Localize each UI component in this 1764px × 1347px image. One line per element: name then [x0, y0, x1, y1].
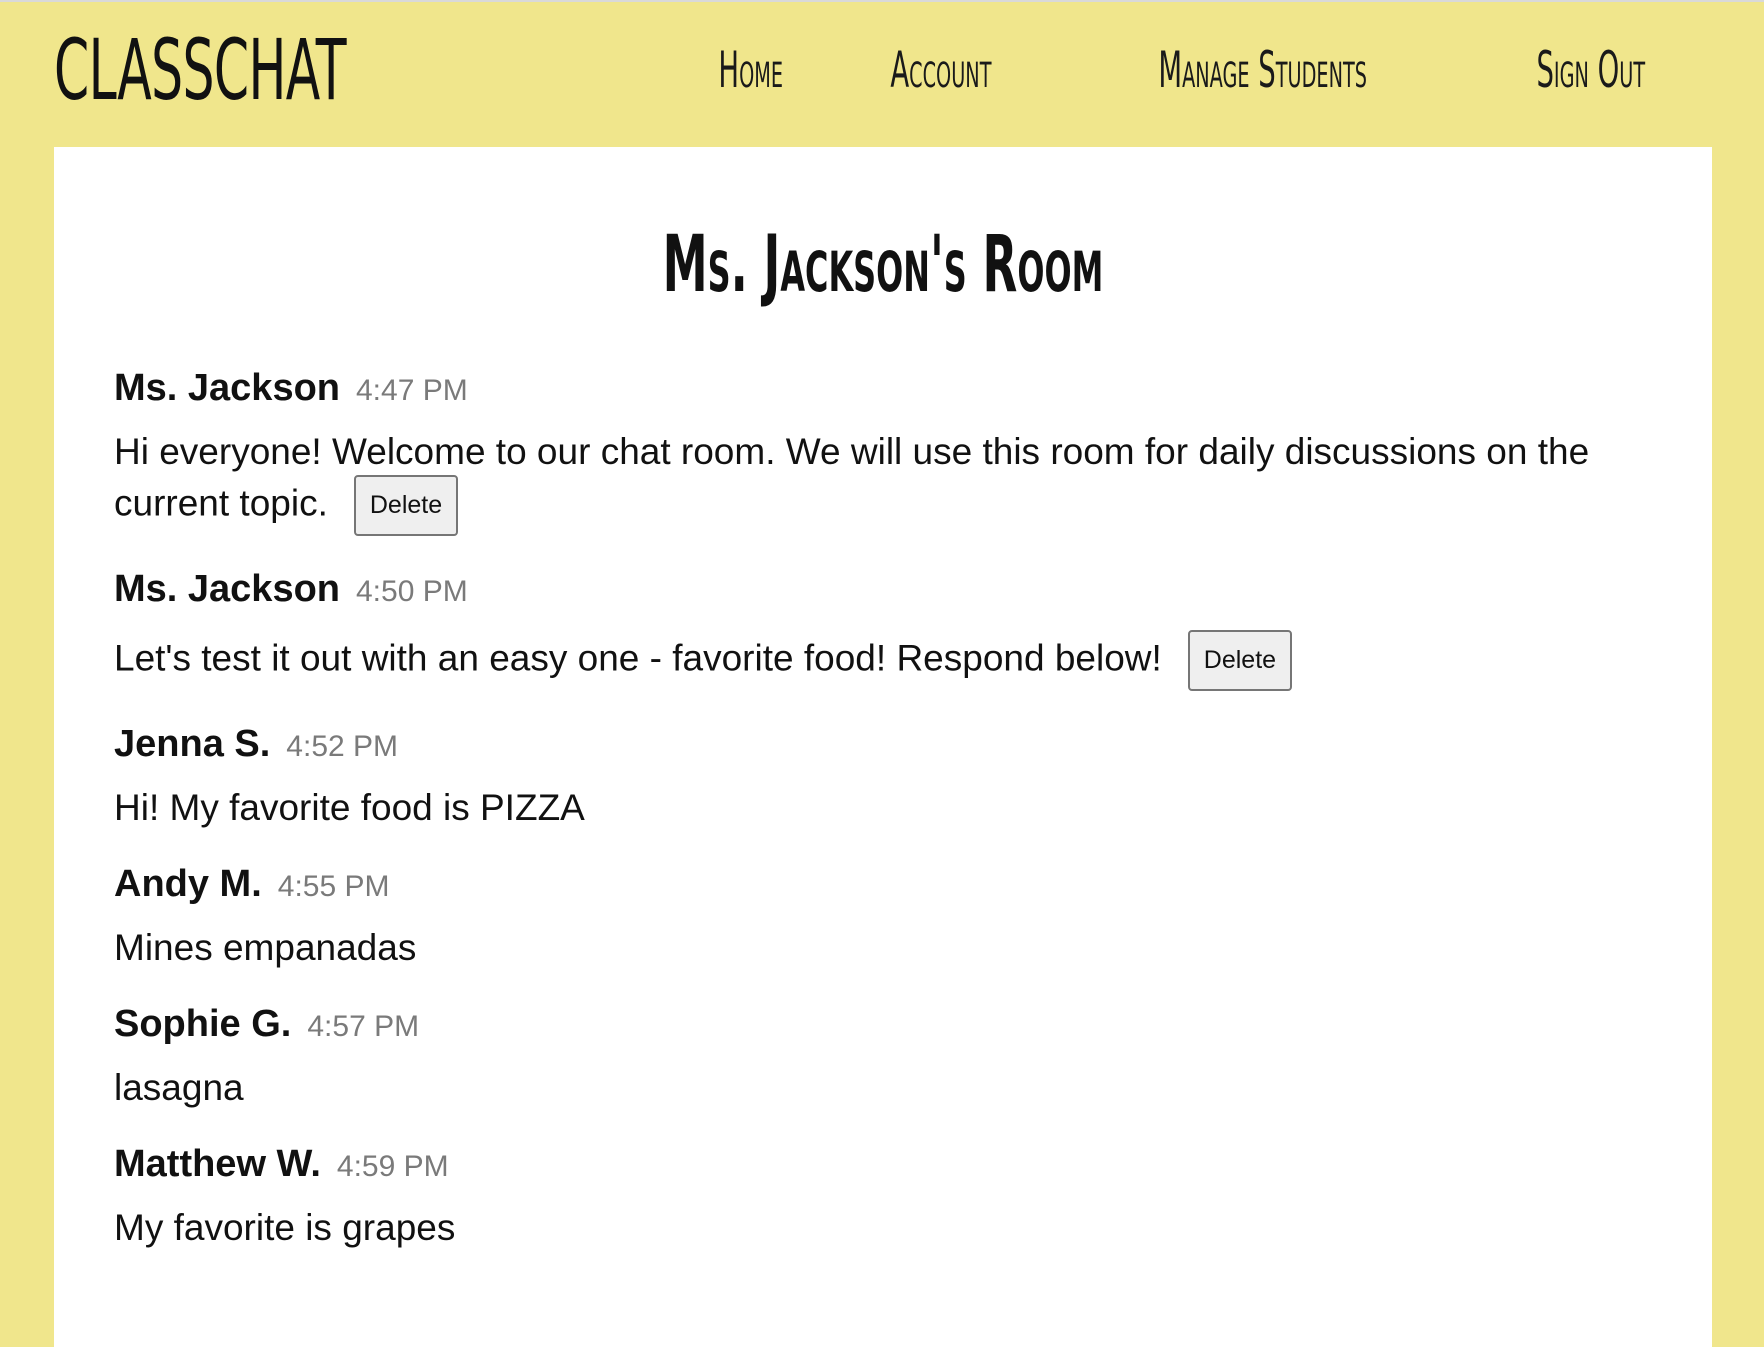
message-text: Mines empanadas	[114, 927, 417, 968]
message-item: Ms. Jackson 4:47 PM Hi everyone! Welcome…	[114, 367, 1672, 536]
message-timestamp: 4:47 PM	[356, 374, 468, 407]
message-author: Ms. Jackson	[114, 367, 340, 409]
nav-account-link[interactable]: Account	[849, 38, 1033, 102]
main-nav: Home Account Manage Students Sign Out	[692, 38, 1690, 102]
nav-home-label: Home	[718, 41, 783, 99]
message-list: Ms. Jackson 4:47 PM Hi everyone! Welcome…	[114, 367, 1672, 1283]
app-logo[interactable]: CLASSCHAT	[54, 20, 347, 120]
message-body: Mines empanadas	[114, 925, 1672, 971]
nav-manage-students-link[interactable]: Manage Students	[1073, 38, 1452, 102]
message-text: My favorite is grapes	[114, 1207, 456, 1248]
message-body: Hi! My favorite food is PIZZA	[114, 785, 1672, 831]
message-text: lasagna	[114, 1067, 244, 1108]
message-author: Matthew W.	[114, 1143, 321, 1185]
message-item: Ms. Jackson 4:50 PM Let's test it out wi…	[114, 568, 1672, 691]
message-item: Matthew W. 4:59 PM My favorite is grapes	[114, 1143, 1672, 1251]
delete-message-button[interactable]: Delete	[353, 475, 459, 536]
message-text: Hi! My favorite food is PIZZA	[114, 787, 585, 828]
message-item: Andy M. 4:55 PM Mines empanadas	[114, 863, 1672, 971]
delete-message-button[interactable]: Delete	[1187, 630, 1293, 691]
message-text: Hi everyone! Welcome to our chat room. W…	[114, 431, 1590, 524]
message-timestamp: 4:55 PM	[277, 870, 390, 903]
message-body: Let's test it out with an easy one - fav…	[114, 630, 1672, 691]
message-header: Matthew W. 4:59 PM	[114, 1143, 1672, 1193]
message-header: Sophie G. 4:57 PM	[114, 1003, 1672, 1053]
nav-sign-out-label: Sign Out	[1536, 41, 1646, 99]
message-author: Andy M.	[114, 863, 262, 905]
message-item: Jenna S. 4:52 PM Hi! My favorite food is…	[114, 723, 1672, 831]
room-title-text: Ms. Jackson's Room	[662, 220, 1104, 310]
message-body: Hi everyone! Welcome to our chat room. W…	[114, 429, 1672, 536]
room-title: Ms. Jackson's Room	[54, 215, 1712, 315]
message-item: Sophie G. 4:57 PM lasagna	[114, 1003, 1672, 1111]
nav-home-link[interactable]: Home	[692, 38, 809, 102]
message-author: Sophie G.	[114, 1003, 292, 1045]
message-author: Jenna S.	[114, 723, 271, 765]
message-timestamp: 4:50 PM	[356, 575, 468, 608]
message-header: Ms. Jackson 4:50 PM	[114, 568, 1672, 618]
nav-manage-students-label: Manage Students	[1158, 41, 1368, 99]
message-body: My favorite is grapes	[114, 1205, 1672, 1251]
message-text: Let's test it out with an easy one - fav…	[114, 637, 1162, 679]
message-author: Ms. Jackson	[114, 568, 340, 610]
nav-sign-out-link[interactable]: Sign Out	[1492, 38, 1690, 102]
message-body: lasagna	[114, 1065, 1672, 1111]
nav-account-label: Account	[890, 41, 992, 99]
message-header: Jenna S. 4:52 PM	[114, 723, 1672, 773]
chat-panel: Ms. Jackson's Room Ms. Jackson 4:47 PM H…	[54, 147, 1712, 1347]
message-timestamp: 4:52 PM	[286, 730, 399, 763]
message-timestamp: 4:59 PM	[336, 1150, 449, 1183]
message-header: Andy M. 4:55 PM	[114, 863, 1672, 913]
message-header: Ms. Jackson 4:47 PM	[114, 367, 1672, 417]
message-timestamp: 4:57 PM	[307, 1010, 420, 1043]
